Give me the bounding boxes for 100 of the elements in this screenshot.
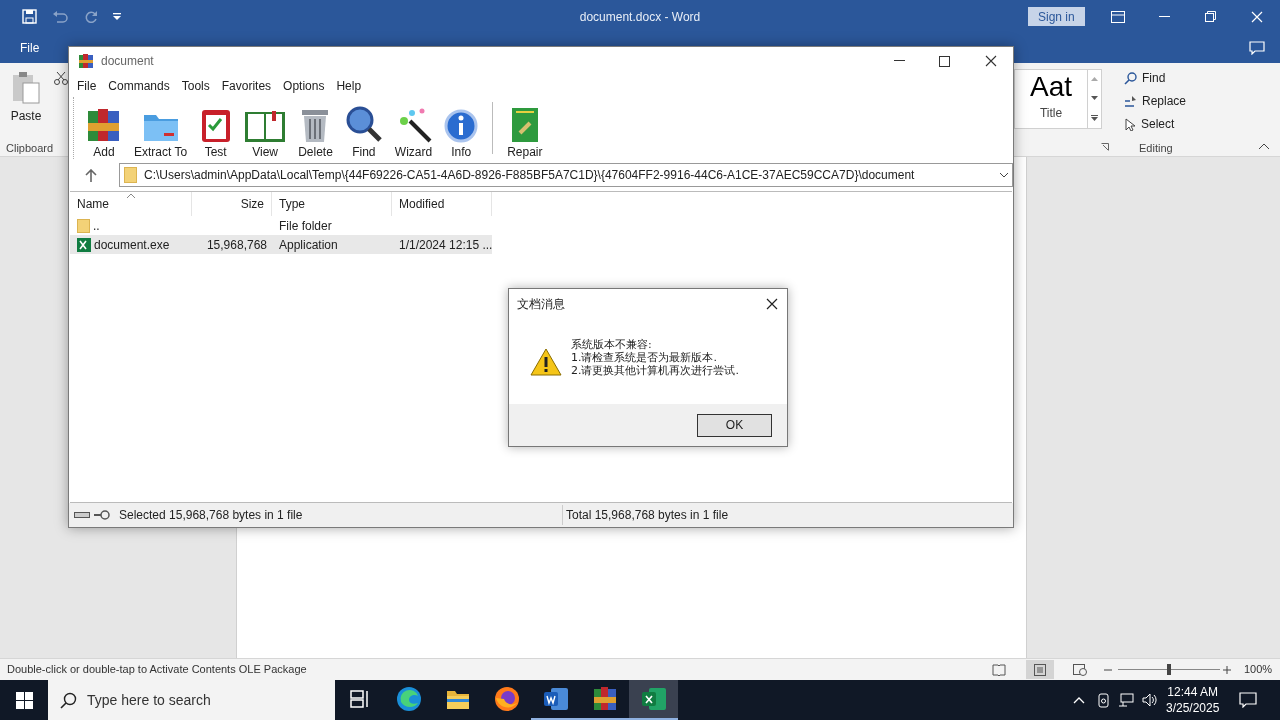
print-layout-button[interactable] — [1026, 660, 1054, 679]
menu-item[interactable]: Options — [283, 77, 325, 95]
task-view-icon — [349, 690, 370, 708]
folder-icon — [445, 688, 470, 710]
drive-icon — [74, 511, 90, 519]
folder-icon — [77, 218, 90, 233]
column-header[interactable]: Size — [192, 192, 272, 216]
replace-icon — [1124, 94, 1137, 108]
device-icon[interactable] — [1097, 692, 1110, 708]
file-row[interactable]: document.exe 15,968,768 Application 1/1/2024 12:15 ... — [70, 235, 492, 254]
dialog-title: 文档消息 — [517, 296, 565, 313]
sort-caret-icon — [127, 193, 135, 198]
toolbar-button[interactable]: Wizard — [388, 101, 439, 159]
file-name: .. — [93, 217, 100, 235]
notification-icon[interactable] — [1239, 692, 1257, 708]
status-text: Double-click or double-tap to Activate Contents OLE Package — [7, 662, 307, 678]
column-header[interactable]: Modified — [392, 192, 492, 216]
redo-icon[interactable] — [84, 9, 98, 24]
message-line: 系统版本不兼容: — [571, 338, 653, 351]
word-icon — [542, 687, 569, 711]
web-layout-icon[interactable] — [1073, 663, 1087, 676]
menu-item[interactable]: Favorites — [221, 77, 272, 95]
collapse-ribbon-icon[interactable] — [1258, 143, 1270, 150]
books-icon — [591, 686, 618, 712]
editing-command[interactable]: Select — [1141, 115, 1175, 133]
key-icon — [93, 510, 111, 520]
style-preview[interactable]: Aat — [1030, 70, 1072, 104]
dropdown-caret-icon[interactable] — [999, 172, 1009, 178]
toolbar-button[interactable]: Extract To — [128, 101, 194, 159]
tray-chevron-icon[interactable] — [1073, 696, 1085, 704]
toolbar-button[interactable]: Repair — [501, 101, 549, 159]
warning-icon — [530, 347, 562, 376]
save-icon[interactable] — [22, 9, 37, 24]
zoom-slider[interactable] — [1116, 664, 1222, 675]
search-icon — [60, 691, 77, 709]
zoom-in-icon[interactable] — [1223, 665, 1231, 674]
column-header[interactable]: Name — [70, 192, 192, 216]
toolbar-button[interactable]: Test — [193, 101, 239, 159]
taskbar-search-field[interactable]: Type here to search — [48, 680, 335, 720]
network-icon[interactable] — [1118, 693, 1134, 707]
toolbar-button[interactable]: View — [238, 101, 293, 159]
maximize-icon[interactable] — [939, 55, 950, 67]
scroll-down-icon[interactable] — [1091, 96, 1098, 100]
undo-icon[interactable] — [52, 9, 68, 24]
menu-item[interactable]: Commands — [108, 77, 170, 95]
window-title: document — [101, 53, 154, 70]
toolbar-button[interactable]: Delete — [292, 101, 339, 159]
close-icon[interactable] — [766, 298, 778, 310]
minimize-icon[interactable] — [894, 60, 905, 62]
message-line: 2.请更换其他计算机再次进行尝试. — [571, 364, 739, 377]
speaker-icon[interactable] — [1142, 693, 1158, 707]
menu-item[interactable]: Help — [336, 77, 362, 95]
zoom-percent[interactable]: 100% — [1244, 661, 1273, 678]
paste-icon[interactable] — [10, 71, 42, 105]
zoom-thumb[interactable] — [1167, 664, 1171, 675]
minimize-icon[interactable] — [1159, 15, 1170, 18]
close-icon[interactable] — [985, 55, 997, 67]
clock-time[interactable]: 12:44 AM — [1167, 684, 1219, 700]
path-text: C:\Users\admin\AppData\Local\Temp\{44F69226-CA51-4A6D-8926-F885BF5A7C1D}\{47604FF2-9916-44C6-A1CE-37AEC59CCA7D}\document — [144, 167, 915, 184]
dialog-launcher-icon[interactable] — [1101, 143, 1109, 151]
menu-item[interactable]: Tools — [181, 77, 210, 95]
cut-icon[interactable] — [54, 71, 68, 85]
restore-icon[interactable] — [1205, 11, 1216, 22]
ok-button[interactable]: OK — [697, 413, 772, 437]
up-arrow-icon[interactable] — [85, 168, 97, 182]
read-mode-icon[interactable] — [992, 663, 1006, 676]
ribbon-display-icon[interactable] — [1111, 10, 1125, 23]
trash-icon — [300, 107, 331, 143]
menu-item[interactable]: File — [77, 77, 97, 95]
editing-command[interactable]: Replace — [1142, 92, 1187, 110]
folder-icon — [124, 167, 137, 183]
toolbar-button[interactable]: Find — [338, 101, 389, 159]
repair-book-icon — [509, 107, 540, 143]
message-line: 1.请检查系统是否为最新版本. — [571, 351, 718, 364]
toolbar-button[interactable]: Info — [438, 101, 485, 159]
search-icon — [1124, 71, 1137, 85]
sign-in-button[interactable]: Sign in — [1028, 7, 1085, 26]
status-total: Total 15,968,768 bytes in 1 file — [566, 507, 729, 524]
excel-icon — [640, 687, 667, 711]
column-header[interactable]: Type — [272, 192, 392, 216]
file-row[interactable]: .. File folder — [70, 216, 492, 235]
customize-caret-icon[interactable] — [113, 12, 121, 21]
paste-label[interactable]: Paste — [10, 107, 42, 125]
comment-icon[interactable] — [1249, 41, 1265, 55]
clock-date[interactable]: 3/25/2025 — [1166, 700, 1220, 716]
file-modified: 1/1/2024 12:15 ... — [399, 237, 493, 252]
toolbar-button[interactable]: Add — [80, 101, 128, 159]
path-field[interactable]: C:\Users\admin\AppData\Local\Temp\{44F69226-CA51-4A6D-8926-F885BF5A7C1D}\{47604FF2-9916-44C6-A1CE-37AEC59CCA7D}\document — [119, 163, 1013, 187]
windows-start-icon[interactable] — [16, 691, 33, 709]
more-styles-icon[interactable] — [1091, 114, 1098, 121]
file-type: Application — [279, 237, 338, 252]
editing-command[interactable]: Find — [1142, 69, 1166, 87]
clipboard-check-icon — [199, 107, 232, 143]
group-label: Clipboard — [6, 141, 54, 156]
search-input[interactable]: Type here to search — [87, 689, 327, 711]
window-title: document.docx - Word — [578, 8, 702, 26]
style-name[interactable]: Title — [1039, 104, 1063, 122]
file-tab[interactable]: File — [20, 39, 40, 57]
books-icon — [86, 107, 122, 143]
file-size: 15,968,768 — [206, 236, 267, 254]
